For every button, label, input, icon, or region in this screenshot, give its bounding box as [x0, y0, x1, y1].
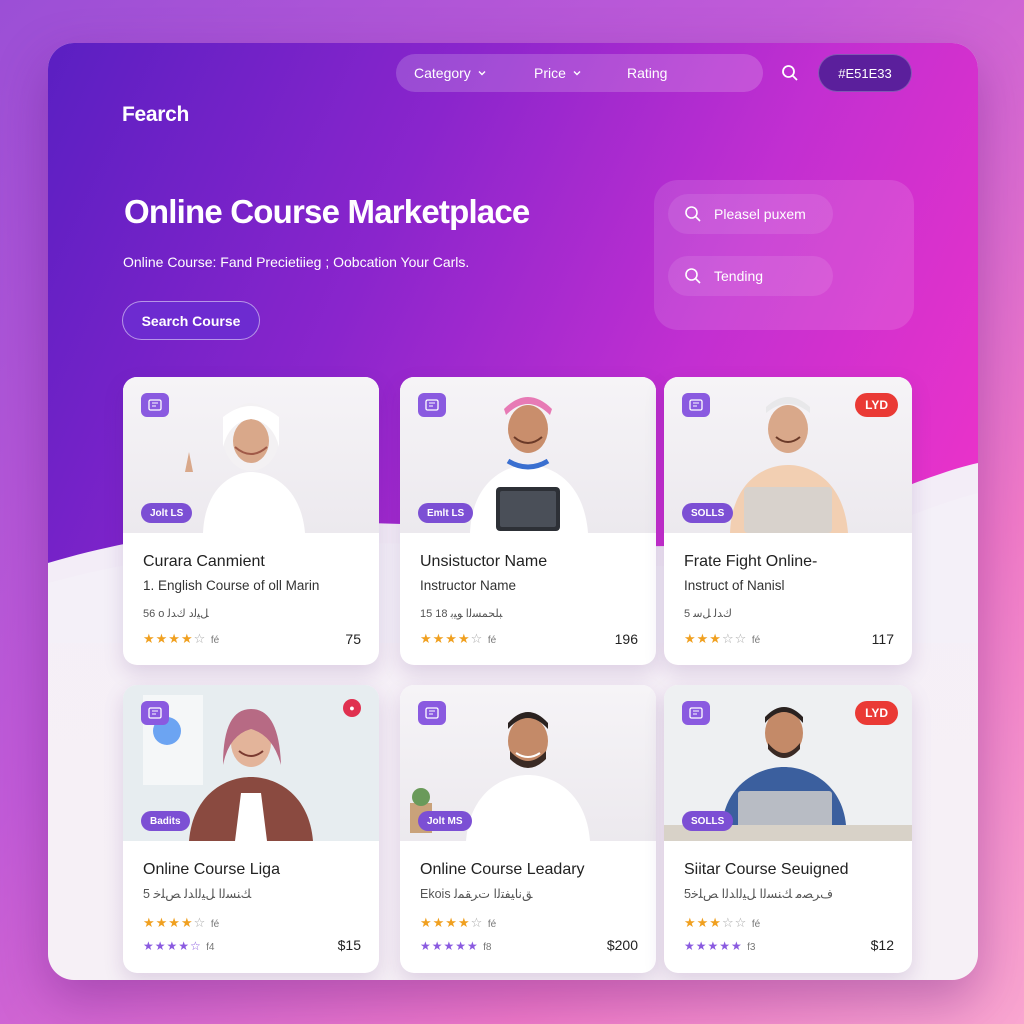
- brand-logo[interactable]: Fearch: [122, 103, 189, 127]
- course-badge: Badits: [141, 811, 190, 831]
- rating-note: fé: [751, 919, 761, 930]
- course-card[interactable]: LYD SOLLS Siitar Course Seuigned 5ﻑﺮﺼﻣ ﻚ…: [664, 685, 912, 973]
- secondary-rating-note: f4: [206, 942, 215, 953]
- course-badge: SOLLS: [682, 811, 734, 831]
- rating-stars: ★★★☆☆ fé: [684, 631, 761, 646]
- secondary-rating-note: f3: [747, 942, 756, 953]
- course-price: $15: [337, 937, 361, 953]
- notification-dot: ●: [343, 699, 361, 717]
- course-title[interactable]: Curara Canmient: [143, 553, 265, 571]
- currency-tag: LYD: [855, 701, 898, 725]
- secondary-rating-note: f8: [483, 942, 492, 953]
- secondary-rating-stars: ★★★★★ f3: [684, 939, 756, 953]
- course-title[interactable]: Frate Fight Online-: [684, 553, 817, 571]
- chevron-down-icon: [478, 71, 486, 76]
- nav-price-label: Price: [534, 65, 566, 81]
- course-badge: Emlt LS: [418, 503, 474, 523]
- course-title[interactable]: Online Course Leadary: [420, 861, 585, 879]
- course-badge: SOLLS: [682, 503, 734, 523]
- trending-input[interactable]: Tending: [668, 256, 833, 296]
- course-price: 117: [871, 631, 894, 647]
- course-type-icon: [141, 701, 169, 725]
- app-window: Fearch Category Price Rating #E51E33 Onl…: [48, 43, 978, 980]
- trending-placeholder: Tending: [714, 268, 764, 284]
- course-title[interactable]: Online Course Liga: [143, 861, 280, 879]
- course-thumbnail: LYD SOLLS: [664, 377, 912, 533]
- course-thumbnail: LYD SOLLS: [664, 685, 912, 841]
- rating-stars: ★★★★☆ fé: [143, 915, 220, 930]
- course-thumbnail: ● Badits: [123, 685, 379, 841]
- course-type-icon: [682, 701, 710, 725]
- rating-stars: ★★★★☆ fé: [420, 631, 497, 646]
- course-price: $200: [606, 937, 638, 953]
- rating-note: fé: [751, 635, 761, 646]
- nav-rating[interactable]: Rating: [627, 65, 667, 81]
- course-instructor: Instructor Name: [420, 578, 517, 593]
- page-title: Online Course Marketplace: [124, 193, 530, 230]
- course-type-icon: [682, 393, 710, 417]
- secondary-rating-stars: ★★★★☆ f4: [143, 939, 215, 953]
- search-icon: [782, 65, 798, 81]
- course-card[interactable]: Jolt MS Online Course Leadary Ekois ﻖﻧﺎﻴ…: [400, 685, 656, 973]
- secondary-rating-stars: ★★★★★ f8: [420, 939, 492, 953]
- course-thumbnail: Jolt LS: [123, 377, 379, 533]
- course-card[interactable]: ● Badits Online Course Liga 5 ﻚﻨﺴﻟﺍ ﻞﻴﻟﺍ…: [123, 685, 379, 973]
- rating-note: fé: [210, 635, 220, 646]
- rating-note: fé: [210, 919, 220, 930]
- search-icon: [685, 268, 701, 284]
- currency-tag: LYD: [855, 393, 898, 417]
- rating-stars: ★★★★☆ fé: [143, 631, 220, 646]
- nav-price[interactable]: Price: [534, 65, 627, 81]
- nav-bar: Category Price Rating: [396, 54, 763, 92]
- nav-category-label: Category: [414, 65, 471, 81]
- course-type-icon: [141, 393, 169, 417]
- rating-note: fé: [487, 635, 497, 646]
- nav-category[interactable]: Category: [414, 65, 534, 81]
- course-meta: 5 ﻙﺪﻟ ﻞﺳ: [684, 608, 732, 620]
- nav-rating-label: Rating: [627, 65, 668, 81]
- search-button[interactable]: [778, 61, 802, 85]
- course-price: 196: [614, 631, 638, 647]
- rating-stars: ★★★★☆ fé: [420, 915, 497, 930]
- course-meta: 5 ﻚﻨﺴﻟﺍ ﻞﻴﻟﺍﺪﻟ ﺺﻠﺧ: [143, 887, 252, 901]
- page-subtitle: Online Course: Fand Precietiieg ; Oobcat…: [123, 254, 470, 270]
- course-meta: 5ﻑﺮﺼﻣ ﻚﻨﺴﻟﺍ ﻞﻴﻟﺍﺪﻟﺍ ﺺﻠﺧ: [684, 887, 834, 901]
- rating-note: fé: [487, 919, 497, 930]
- course-meta: 56 o ﻞﻴﻟﺩ ﻙﺪﻟ: [143, 608, 209, 620]
- course-type-icon: [418, 393, 446, 417]
- account-button[interactable]: #E51E33: [818, 54, 912, 92]
- course-price: 75: [345, 631, 361, 647]
- course-thumbnail: Jolt MS: [400, 685, 656, 841]
- course-title[interactable]: Siitar Course Seuigned: [684, 861, 849, 879]
- search-placeholder: Pleasel puxem: [714, 206, 806, 222]
- rating-stars: ★★★☆☆ fé: [684, 915, 761, 930]
- course-badge: Jolt MS: [418, 811, 472, 831]
- chevron-down-icon: [573, 71, 581, 76]
- search-panel: Pleasel puxem Tending: [654, 180, 914, 330]
- search-icon: [685, 206, 701, 222]
- course-badge: Jolt LS: [141, 503, 193, 523]
- course-meta: 15 18 ﺒﻠﺤﻤﺴﻟﺍ ﻮﻴﺑ: [420, 608, 503, 620]
- course-thumbnail: Emlt LS: [400, 377, 656, 533]
- course-card[interactable]: Jolt LS Curara Canmient 1. English Cours…: [123, 377, 379, 665]
- course-card[interactable]: LYD SOLLS Frate Fight Online- Instruct o…: [664, 377, 912, 665]
- search-course-button[interactable]: Search Course: [122, 301, 260, 340]
- search-input[interactable]: Pleasel puxem: [668, 194, 833, 234]
- course-instructor: Instruct of Nanisl: [684, 578, 785, 593]
- course-card[interactable]: Emlt LS Unsistuctor Name Instructor Name…: [400, 377, 656, 665]
- course-title[interactable]: Unsistuctor Name: [420, 553, 547, 571]
- course-price: $12: [870, 937, 894, 953]
- course-instructor: 1. English Course of oll Marin: [143, 578, 320, 593]
- course-type-icon: [418, 701, 446, 725]
- course-meta: Ekois ﻖﻧﺎﻴﻔﺘﻟﺍ ﺕﺮﻘﻤﻟ: [420, 887, 533, 901]
